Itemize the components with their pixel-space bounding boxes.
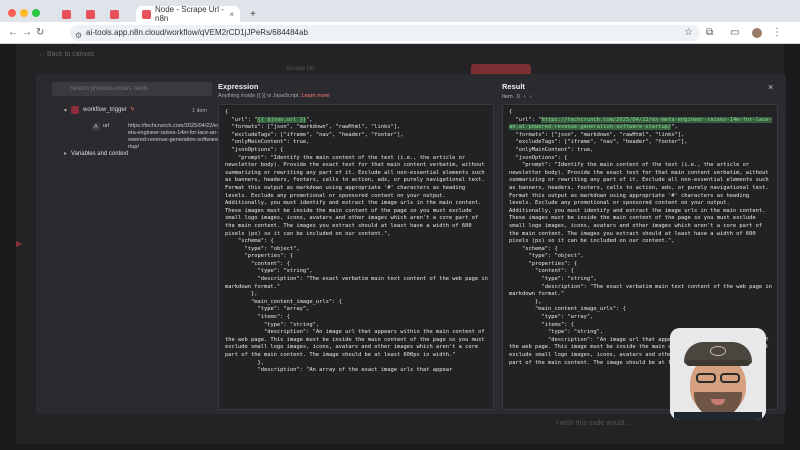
reload-icon[interactable]: ↻ [36,27,44,38]
chevron-left-icon[interactable]: ‹ [524,94,526,100]
expression-code: { "url": "{{ $json.url }}", "formats": [… [225,109,489,375]
back-to-canvas-link[interactable]: ← Back to canvas [38,51,94,58]
item-navigator: Item 0 ‹ › [502,94,531,100]
chevron-right-icon: ▸ [64,151,68,157]
n8n-favicon-icon [142,9,151,19]
glasses-right-lens [720,373,740,383]
item-label: Item [502,94,513,100]
expression-hint-text: Anything inside {{ }} is JavaScript. [218,93,300,99]
field-value: https://techcrunch.com/2025/04/22/ex-met… [128,123,228,150]
chevron-right-icon[interactable]: › [530,94,532,100]
n8n-favicon-icon [62,9,71,19]
extensions-icon[interactable]: ⧉ [706,27,713,38]
close-icon[interactable]: × [768,82,773,92]
field-name: url [103,123,110,129]
expression-hint: Anything inside {{ }} is JavaScript. Lea… [218,93,330,99]
browser-tab-3[interactable] [104,6,126,22]
minimize-window-button[interactable] [20,9,28,17]
maximize-window-button[interactable] [32,9,40,17]
node-icon [71,106,80,114]
browser-tab-active[interactable]: Node - Scrape Url - n8n × [136,5,240,23]
expression-template-token: {{ $json.url }} [257,116,307,123]
new-tab-button[interactable]: + [244,6,262,22]
presenter-shirt [674,412,762,420]
variables-context-row[interactable]: ▸ Variables and context [64,150,129,158]
n8n-app: ← Back to canvas Scrape Url ▶ I wish thi… [16,44,786,444]
sidebar-icon[interactable]: ▭ [730,27,739,38]
learn-more-link[interactable]: Learn more [301,93,329,99]
browser-menu-icon[interactable]: ⋮ [772,27,782,38]
expression-code-start: { "url": " [225,109,258,123]
result-resolved-url: https://techcrunch.com/2025/04/22/ex-met… [509,116,772,131]
result-title: Result [502,82,525,91]
expression-title: Expression [218,82,259,91]
n8n-favicon-icon [110,9,119,19]
search-input[interactable] [52,82,212,96]
n8n-favicon-icon [86,9,95,19]
back-arrow-icon[interactable]: ← [8,27,18,38]
expression-code-rest: ", "formats": ["json", "markdown", "rawH… [225,116,488,374]
close-tab-icon[interactable]: × [229,10,234,19]
glasses-left-lens [696,373,716,383]
cap-logo [710,346,726,356]
browser-tab-bar: Node - Scrape Url - n8n × + [0,0,800,23]
profile-avatar[interactable] [752,28,762,38]
tree-node-workflow-trigger[interactable]: ▾ workflow_trigger ϟ [64,106,134,114]
webcam-overlay [670,328,766,420]
site-info-icon: ⚙ [75,31,83,40]
tab-title: Node - Scrape Url - n8n [155,5,224,23]
background-node-label: Scrape Url [286,66,315,72]
field-url-row[interactable]: A url https://techcrunch.com/2025/04/22/… [88,122,227,150]
item-index: 0 [516,94,520,100]
result-code-start: { "url": " [509,109,542,123]
browser-tab-2[interactable] [80,6,102,22]
bolt-icon: ϟ [130,107,134,113]
bookmark-star-icon[interactable]: ☆ [684,27,693,38]
feedback-hint: I wish this node would... [556,420,631,427]
close-window-button[interactable] [8,9,16,17]
cap-brim [686,360,750,366]
item-count: 1 item [192,108,207,114]
forward-arrow-icon[interactable]: → [22,27,32,38]
variables-label: Variables and context [71,150,129,157]
back-to-canvas-label: Back to canvas [46,51,95,58]
browser-tab-1[interactable] [56,6,78,22]
tree-node-name: workflow_trigger [83,107,127,113]
browser-address-bar: ← → ↻ ⚙ ai-tools.app.n8n.cloud/workflow/… [0,22,800,44]
expression-editor[interactable]: { "url": "{{ $json.url }}", "formats": [… [218,104,494,410]
left-panel-chevron-icon[interactable]: ▶ [16,239,22,248]
url-field[interactable]: ⚙ ai-tools.app.n8n.cloud/workflow/qVEM2r… [70,25,700,41]
chevron-down-icon: ▾ [64,107,68,114]
url-text: ai-tools.app.n8n.cloud/workflow/qVEM2rCD… [86,28,308,37]
string-type-badge: A [92,123,100,131]
